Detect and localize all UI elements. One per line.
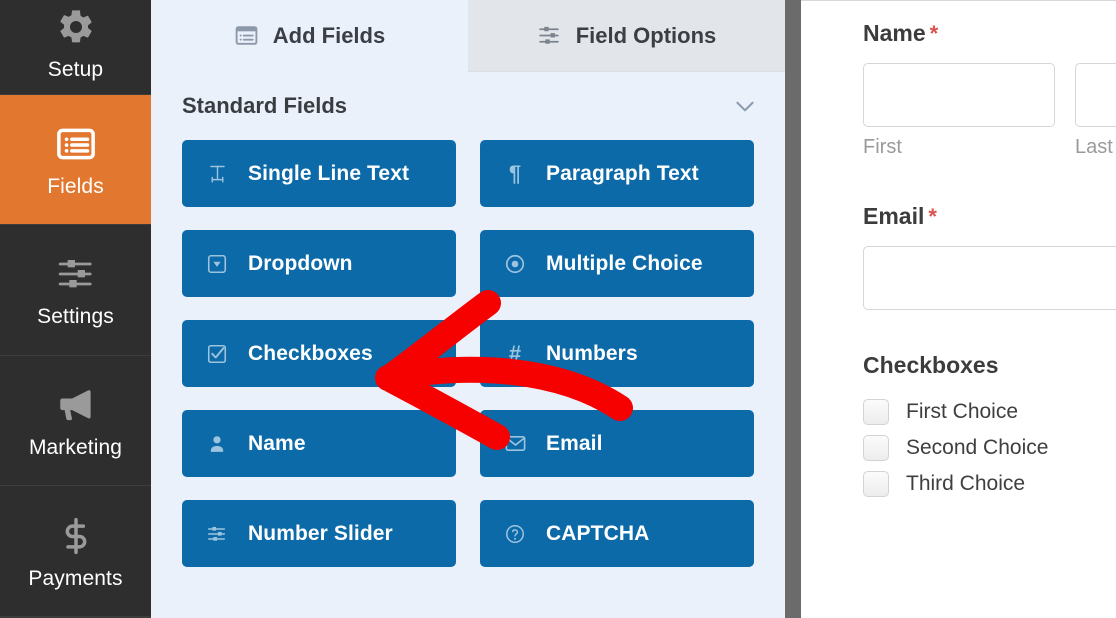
- hash-icon: #: [508, 340, 522, 366]
- preview-checkbox-item[interactable]: Second Choice: [863, 435, 1116, 461]
- field-button-checkboxes[interactable]: Checkboxes: [182, 320, 456, 387]
- field-button-label: Multiple Choice: [546, 251, 703, 275]
- field-button-label: CAPTCHA: [546, 521, 650, 545]
- checkbox-box-icon[interactable]: [863, 399, 889, 425]
- sidebar-item-fields[interactable]: Fields: [0, 94, 151, 226]
- field-button-label: Email: [546, 431, 603, 455]
- field-button-name[interactable]: Name: [182, 410, 456, 477]
- required-asterisk: *: [928, 204, 937, 229]
- form-builder-screen: Setup Fields Settings Marketing Payments…: [0, 0, 1116, 618]
- panel-scrollbar[interactable]: [785, 0, 801, 618]
- field-button-multiple-choice[interactable]: Multiple Choice: [480, 230, 754, 297]
- preview-checkbox-item[interactable]: First Choice: [863, 399, 1116, 425]
- preview-choice-label: Second Choice: [906, 436, 1049, 459]
- standard-fields-header[interactable]: Standard Fields: [151, 72, 785, 140]
- preview-email-label-text: Email: [863, 203, 925, 229]
- text-cursor-icon: [205, 162, 229, 186]
- tab-label: Field Options: [575, 22, 717, 48]
- checkbox-box-icon[interactable]: [863, 435, 889, 461]
- preview-checkboxes-label: Checkboxes: [863, 352, 999, 378]
- field-button-label: Checkboxes: [248, 341, 373, 365]
- sidebar-item-label: Setup: [47, 57, 104, 81]
- panel-tabs: Add Fields Field Options: [151, 0, 785, 72]
- megaphone-icon: [54, 383, 98, 427]
- field-button-dropdown[interactable]: Dropdown: [182, 230, 456, 297]
- sidebar-item-label: Settings: [37, 305, 114, 329]
- builder-sidebar: Setup Fields Settings Marketing Payments: [0, 0, 151, 618]
- section-title: Standard Fields: [182, 93, 348, 118]
- question-circle-icon: [503, 522, 527, 546]
- field-button-email[interactable]: Email: [480, 410, 754, 477]
- preview-first-name-input[interactable]: [863, 63, 1055, 127]
- sidebar-item-label: Fields: [47, 174, 104, 198]
- preview-email-input[interactable]: [863, 246, 1116, 310]
- sliders-icon: [205, 522, 229, 546]
- field-button-label: Number Slider: [248, 521, 393, 545]
- sidebar-item-setup[interactable]: Setup: [0, 0, 151, 95]
- preview-email-label: Email *: [863, 203, 1116, 230]
- field-button-numbers[interactable]: # Numbers: [480, 320, 754, 387]
- preview-name-label: Name *: [863, 20, 1116, 47]
- preview-choice-label: Third Choice: [906, 472, 1026, 495]
- preview-name-row: First Last: [863, 63, 1116, 159]
- gear-icon: [54, 5, 98, 49]
- field-button-captcha[interactable]: CAPTCHA: [480, 500, 754, 567]
- preview-spacer: [863, 159, 1116, 203]
- preview-checkbox-item[interactable]: Third Choice: [863, 471, 1116, 497]
- dollar-icon: [54, 514, 98, 558]
- preview-last-sublabel: Last: [1075, 136, 1113, 158]
- form-list-icon: [234, 23, 259, 48]
- standard-fields-grid: Single Line Text ¶ Paragraph Text Dropdo…: [151, 140, 785, 567]
- required-asterisk: *: [929, 21, 939, 46]
- dropdown-caret-icon: [205, 252, 229, 276]
- sidebar-item-label: Marketing: [28, 436, 123, 460]
- person-icon: [205, 432, 229, 456]
- form-preview: Name * First Last Email * Checkboxes First…: [801, 0, 1116, 618]
- preview-name-last: Last: [1075, 63, 1116, 159]
- add-fields-panel: Add Fields Field Options Standard Fields…: [151, 0, 785, 618]
- tab-add-fields[interactable]: Add Fields: [151, 0, 468, 72]
- sidebar-item-settings[interactable]: Settings: [0, 225, 151, 356]
- field-button-label: Numbers: [546, 341, 638, 365]
- preview-last-name-input[interactable]: [1075, 63, 1116, 127]
- field-button-label: Single Line Text: [248, 161, 410, 185]
- checkbox-box-icon[interactable]: [863, 471, 889, 497]
- field-button-label: Name: [248, 431, 306, 455]
- sliders-icon: [537, 23, 562, 48]
- sidebar-item-payments[interactable]: Payments: [0, 486, 151, 617]
- field-button-single-line-text[interactable]: Single Line Text: [182, 140, 456, 207]
- field-button-label: Dropdown: [248, 251, 353, 275]
- preview-name-label-text: Name: [863, 20, 926, 46]
- sliders-icon: [54, 252, 98, 296]
- tab-field-options[interactable]: Field Options: [468, 0, 785, 72]
- envelope-icon: [503, 432, 527, 456]
- preview-checkbox-list: First Choice Second Choice Third Choice: [863, 399, 1116, 497]
- tab-label: Add Fields: [272, 22, 386, 48]
- preview-first-sublabel: First: [863, 136, 902, 158]
- preview-spacer: [863, 310, 1116, 352]
- preview-choice-label: First Choice: [906, 400, 1019, 423]
- field-button-paragraph-text[interactable]: ¶ Paragraph Text: [480, 140, 754, 207]
- radio-icon: [503, 252, 527, 276]
- sidebar-item-label: Payments: [28, 566, 123, 590]
- checkbox-icon: [205, 342, 229, 366]
- preview-name-first: First: [863, 63, 1055, 159]
- field-button-number-slider[interactable]: Number Slider: [182, 500, 456, 567]
- field-button-label: Paragraph Text: [546, 161, 699, 185]
- pilcrow-icon: ¶: [508, 160, 522, 186]
- sidebar-item-marketing[interactable]: Marketing: [0, 356, 151, 487]
- list-icon: [54, 122, 98, 166]
- chevron-down-icon[interactable]: [732, 93, 758, 119]
